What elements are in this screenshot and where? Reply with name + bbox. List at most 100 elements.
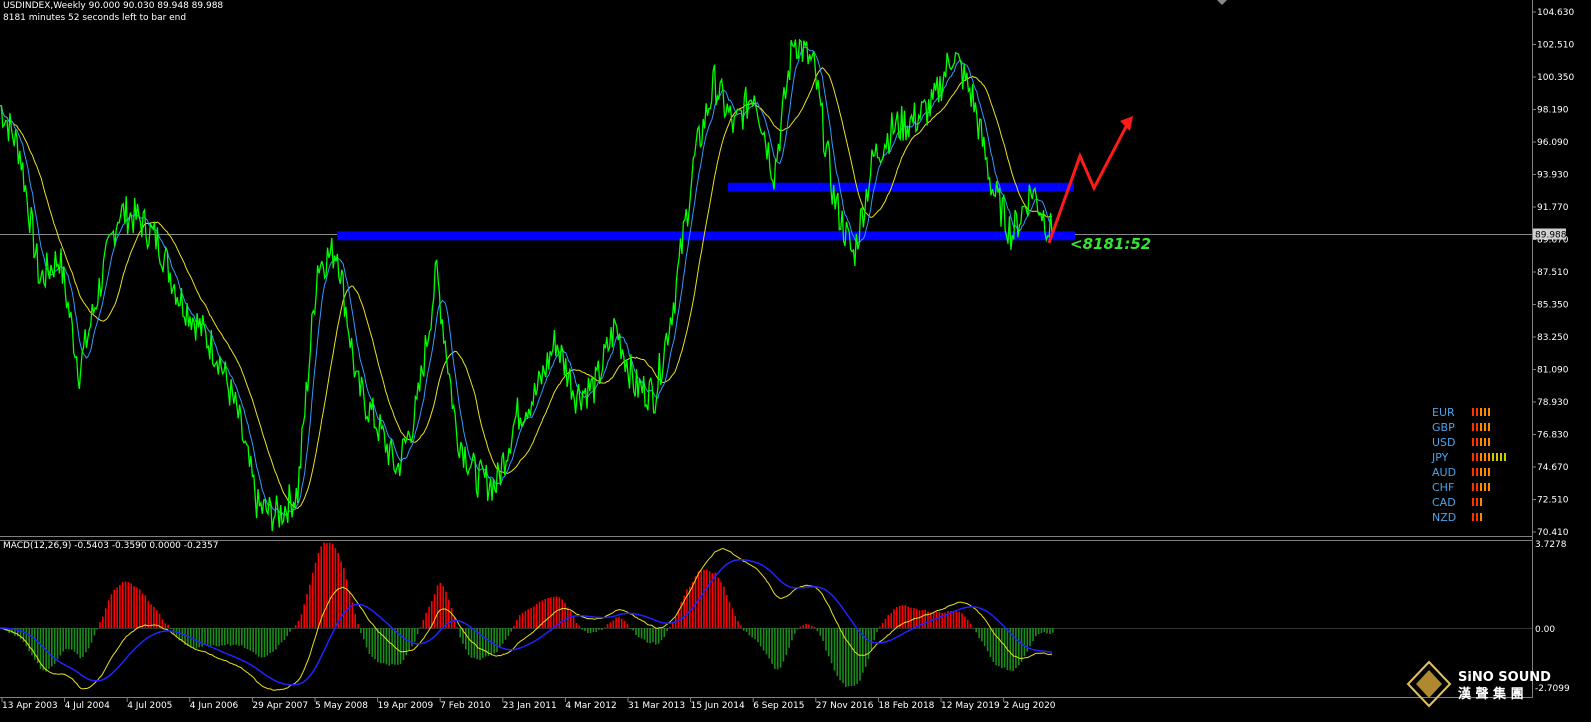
- strength-bar: [1472, 408, 1474, 416]
- macd-histogram-bar: [408, 628, 410, 651]
- macd-histogram-bar: [706, 569, 708, 628]
- macd-histogram-bar: [1003, 628, 1006, 668]
- macd-histogram-bar: [192, 628, 195, 648]
- macd-histogram-bar: [371, 628, 374, 657]
- macd-histogram-bar: [107, 600, 110, 628]
- macd-histogram-bar: [343, 568, 345, 628]
- macd-histogram-bar: [669, 626, 671, 628]
- macd-histogram-bar: [252, 628, 254, 653]
- brand-logo: SiNO SOUND 漢 聲 集 團: [1406, 660, 1551, 708]
- price-tick-label: 72.510: [1537, 496, 1569, 506]
- macd-histogram-bar: [348, 591, 351, 628]
- macd-histogram-bar: [309, 584, 311, 628]
- macd-histogram-bar: [765, 628, 768, 655]
- macd-histogram-bar: [1018, 628, 1020, 666]
- macd-histogram-bar: [320, 546, 322, 628]
- macd-histogram-bar: [411, 628, 413, 647]
- macd-histogram-bar: [564, 603, 566, 628]
- macd-histogram-bar: [776, 628, 779, 670]
- strength-bar: [1472, 453, 1474, 461]
- macd-histogram-bar: [79, 628, 81, 659]
- macd-histogram-bar: [479, 628, 481, 660]
- macd-histogram-bar: [360, 628, 362, 633]
- macd-histogram-bar: [243, 628, 246, 648]
- macd-histogram-bar: [938, 612, 941, 628]
- macd-histogram-bar: [779, 628, 782, 668]
- macd-histogram-bar: [110, 594, 113, 628]
- macd-histogram-bar: [521, 612, 524, 628]
- macd-histogram-bar: [133, 586, 135, 628]
- macd-histogram-bar: [1052, 628, 1054, 633]
- time-tick-label: 12 May 2019: [941, 701, 1000, 711]
- macd-histogram-bar: [470, 628, 473, 658]
- macd-histogram-bar: [99, 622, 101, 628]
- macd-histogram-bar: [141, 593, 144, 628]
- price-tick-label: 96.090: [1537, 138, 1569, 148]
- macd-histogram-bar: [924, 609, 926, 628]
- strength-currency-label: CHF: [1432, 481, 1454, 494]
- strength-bar: [1484, 453, 1486, 461]
- macd-histogram-bar: [955, 611, 958, 628]
- macd-histogram-bar: [876, 628, 878, 632]
- macd-histogram-bar: [578, 625, 581, 628]
- macd-histogram-bar: [331, 543, 334, 628]
- macd-histogram-bar: [87, 628, 90, 649]
- brand-diamond-inner-icon: [1416, 670, 1442, 698]
- macd-histogram-bar: [496, 628, 498, 652]
- macd-histogram-bar: [102, 616, 104, 628]
- macd-histogram-bar: [363, 628, 365, 640]
- macd-histogram-bar: [638, 628, 640, 638]
- macd-histogram-bar: [845, 628, 847, 687]
- macd-histogram-bar: [73, 628, 76, 652]
- macd-histogram-bar: [456, 626, 459, 628]
- strength-currency-label: NZD: [1432, 511, 1456, 524]
- macd-histogram-bar: [887, 614, 890, 628]
- strength-currency-label: USD: [1432, 436, 1456, 449]
- macd-histogram-bar: [847, 628, 850, 687]
- support-zone-upper: [728, 182, 1074, 192]
- macd-histogram-bar: [1015, 628, 1017, 669]
- price-axis: 104.630 102.510 100.350 98.190 96.090 93.930 9…: [1532, 8, 1574, 538]
- macd-histogram-bar: [85, 628, 87, 653]
- macd-histogram-bar: [246, 628, 249, 650]
- strength-bar: [1488, 408, 1490, 416]
- macd-histogram-bar: [828, 628, 830, 657]
- macd-histogram-bar: [221, 628, 223, 646]
- macd-histogram-bar: [518, 615, 521, 628]
- macd-histogram-bar: [314, 562, 317, 628]
- macd-histogram-bar: [249, 628, 252, 651]
- macd-histogram-bar: [813, 627, 816, 628]
- strength-bar: [1488, 438, 1490, 446]
- macd-histogram-bar: [584, 628, 586, 632]
- macd-histogram-bar: [306, 594, 308, 628]
- macd-histogram-bar: [527, 609, 529, 628]
- macd-histogram-bar: [167, 624, 169, 628]
- macd-histogram-bar: [510, 628, 512, 632]
- time-tick-label: 4 Jul 2005: [127, 701, 172, 711]
- macd-histogram-bar: [450, 607, 453, 628]
- strength-bar: [1472, 423, 1474, 431]
- chart-canvas[interactable]: <8181:52 104.630 102.510 100.350 98.190 96.0…: [0, 0, 1591, 722]
- macd-histogram-bar: [147, 600, 150, 628]
- macd-histogram-bar: [853, 628, 856, 686]
- macd-histogram-bar: [893, 609, 895, 628]
- macd-histogram-bar: [161, 619, 164, 628]
- time-tick-label: 7 Feb 2010: [440, 701, 491, 711]
- strength-bar: [1488, 468, 1490, 476]
- macd-histogram-bar: [235, 628, 237, 645]
- macd-histogram-bar: [275, 628, 277, 650]
- macd-histogram-bar: [794, 628, 796, 634]
- scroll-marker-icon[interactable]: [1217, 0, 1227, 5]
- macd-histogram-bar: [805, 623, 807, 628]
- macd-histogram-bar: [283, 628, 286, 640]
- macd-histogram-bar: [731, 608, 734, 628]
- macd-histogram-bar: [1043, 628, 1046, 632]
- macd-histogram-bar: [507, 628, 510, 636]
- macd-histogram-bar: [272, 628, 274, 652]
- macd-histogram-bar: [657, 628, 660, 644]
- macd-histogram-bar: [164, 623, 167, 628]
- macd-histogram-bar: [204, 628, 206, 645]
- strength-bar: [1476, 408, 1478, 416]
- macd-histogram-bar: [791, 628, 793, 641]
- macd-histogram-bar: [581, 628, 583, 630]
